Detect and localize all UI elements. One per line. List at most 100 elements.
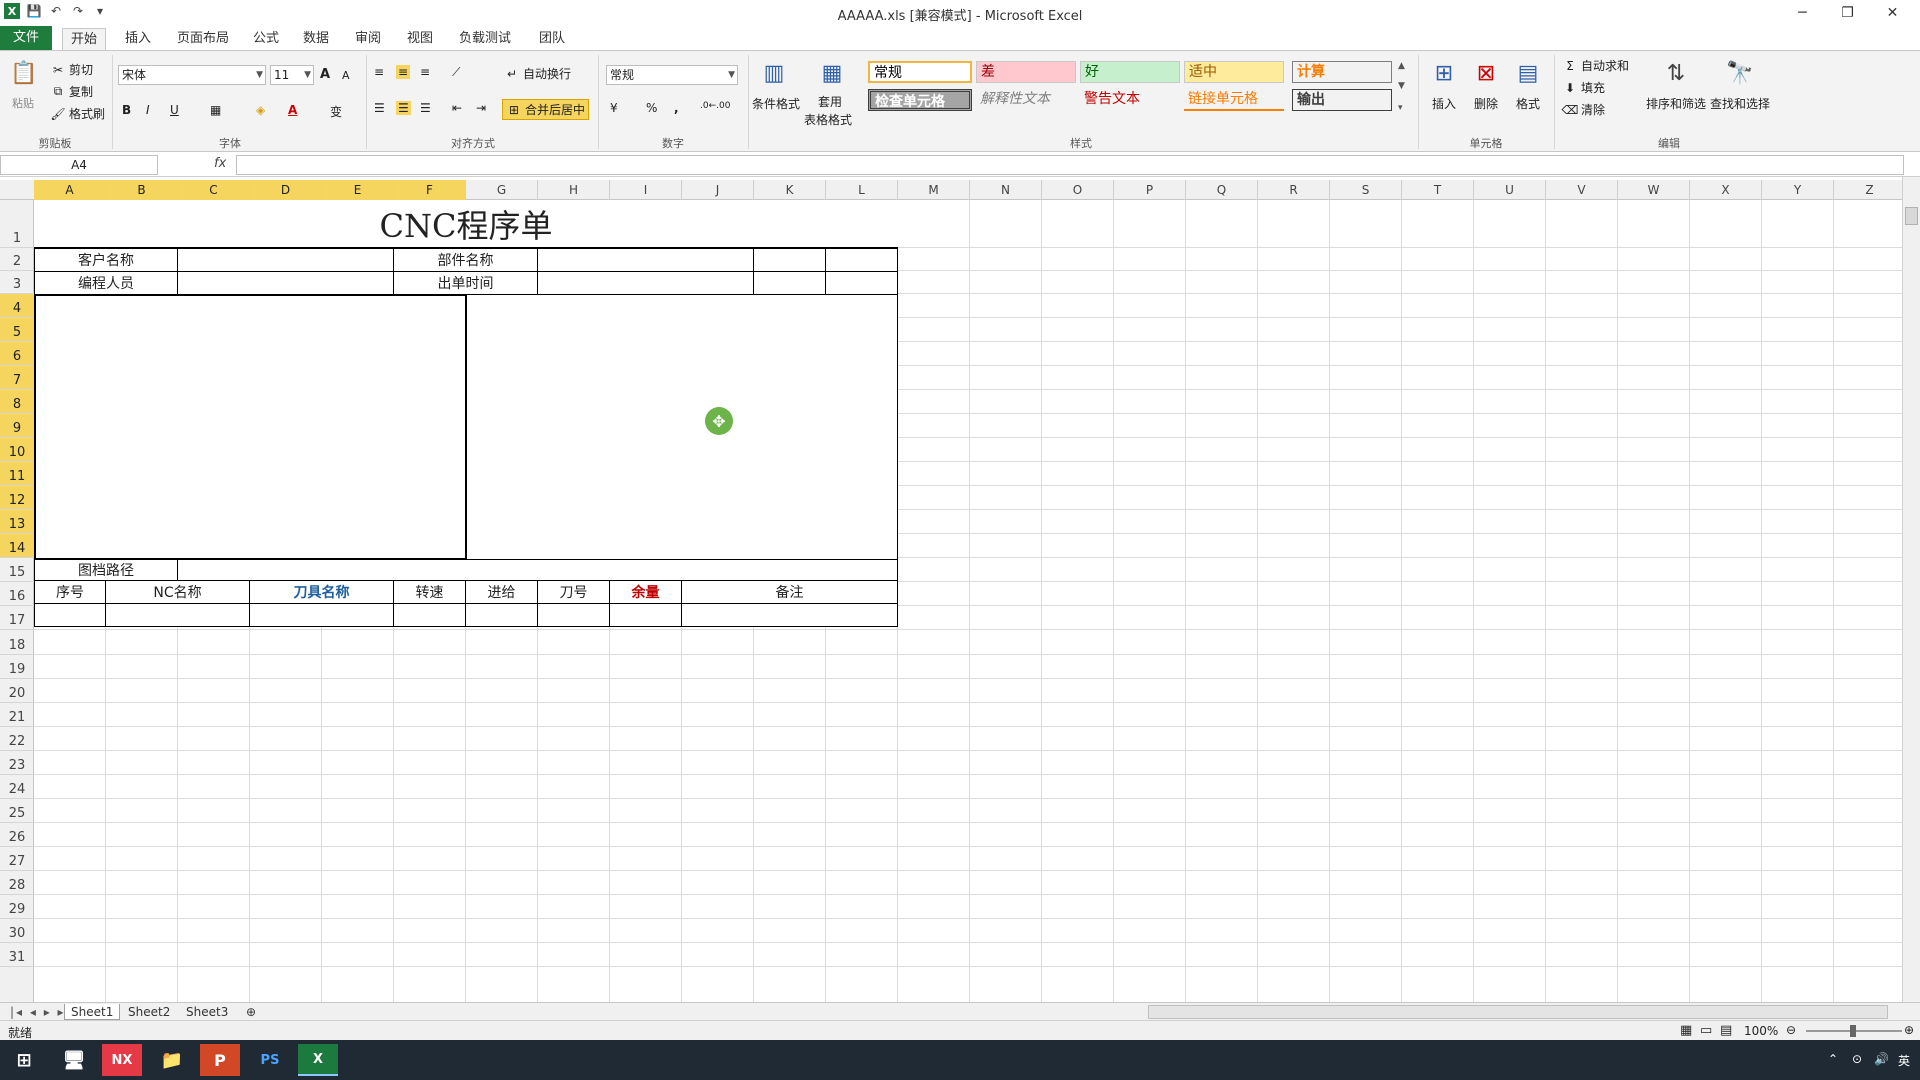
row-header-11[interactable]: 11 [0, 462, 34, 487]
increase-indent-icon[interactable]: ⇥ [476, 101, 486, 115]
close-button[interactable]: ✕ [1870, 0, 1915, 26]
column-header-n[interactable]: N [970, 180, 1042, 200]
wrap-text-button[interactable]: ↵ 自动换行 [504, 65, 571, 82]
tab-view[interactable]: 视图 [400, 28, 440, 50]
style-check-cell[interactable]: 检查单元格 [868, 89, 972, 111]
row-header-3[interactable]: 3 [0, 271, 34, 294]
align-middle-icon[interactable]: ≡ [396, 65, 411, 79]
extra-cell[interactable] [825, 271, 898, 295]
paste-icon[interactable]: 📋 [8, 57, 40, 89]
data-cell[interactable] [105, 603, 250, 627]
scroll-thumb[interactable] [1905, 207, 1918, 225]
nx-app-icon[interactable]: NX [102, 1044, 142, 1076]
column-header-h[interactable]: H [538, 180, 610, 200]
tab-formulas[interactable]: 公式 [246, 28, 286, 50]
row-header-6[interactable]: 6 [0, 342, 34, 367]
delete-cells-label[interactable]: 删除 [1474, 95, 1498, 112]
formula-input[interactable] [236, 155, 1904, 175]
tab-insert[interactable]: 插入 [116, 28, 160, 50]
row-header-10[interactable]: 10 [0, 438, 34, 463]
worksheet-grid[interactable]: ABCDEFGHIJKLMNOPQRSTUVWXYZ 1 2 3 4 5 6 7 8 9 10 11… [0, 180, 1902, 1002]
column-header-x[interactable]: X [1690, 180, 1762, 200]
find-select-label[interactable]: 查找和选择 [1710, 95, 1770, 112]
percent-button[interactable]: % [646, 101, 657, 115]
part-name-value[interactable] [537, 248, 754, 272]
file-explorer-icon[interactable]: 📁 [152, 1044, 192, 1076]
row-header-30[interactable]: 30 [0, 919, 34, 943]
align-bottom-icon[interactable]: ≡ [420, 65, 430, 79]
style-output[interactable]: 输出 [1292, 89, 1392, 111]
row-header-8[interactable]: 8 [0, 390, 34, 415]
row-header-9[interactable]: 9 [0, 414, 34, 439]
style-bad[interactable]: 差 [976, 61, 1076, 83]
align-left-icon[interactable]: ☰ [374, 101, 385, 115]
conditional-format-label[interactable]: 条件格式 [752, 95, 800, 112]
row-header-1[interactable]: 1 [0, 200, 34, 248]
sort-filter-icon[interactable]: ⇅ [1660, 57, 1692, 89]
column-header-g[interactable]: G [466, 180, 538, 200]
column-header-j[interactable]: J [682, 180, 754, 200]
row-header-21[interactable]: 21 [0, 703, 34, 727]
column-header-v[interactable]: V [1546, 180, 1618, 200]
sheet-tab-1[interactable]: Sheet1 [64, 1004, 121, 1020]
row-header-29[interactable]: 29 [0, 895, 34, 919]
style-neutral[interactable]: 适中 [1184, 61, 1284, 83]
extra-cell[interactable] [753, 271, 826, 295]
row-header-5[interactable]: 5 [0, 318, 34, 343]
excel-taskbar-icon[interactable]: X [298, 1044, 338, 1076]
column-header-t[interactable]: T [1402, 180, 1474, 200]
phonetic-button[interactable]: 变 [330, 103, 342, 120]
fill-color-icon[interactable]: ◈ [256, 103, 265, 117]
zoom-out-icon[interactable]: ⊖ [1786, 1023, 1796, 1037]
row-header-4[interactable]: 4 [0, 294, 34, 319]
column-header-m[interactable]: M [898, 180, 970, 200]
shrink-font-button[interactable]: A [342, 69, 350, 82]
tab-file[interactable]: 文件 [0, 26, 52, 50]
row-header-27[interactable]: 27 [0, 847, 34, 871]
sort-filter-label[interactable]: 排序和筛选 [1646, 95, 1706, 112]
font-size-combo[interactable]: 11 ▼ [270, 65, 314, 85]
align-top-icon[interactable]: ≡ [374, 65, 384, 79]
column-header-a[interactable]: A [34, 180, 106, 200]
table-format-label-2[interactable]: 表格格式 [804, 111, 852, 128]
autosum-button[interactable]: Σ 自动求和 [1562, 57, 1629, 74]
data-cell[interactable] [34, 603, 106, 627]
data-cell[interactable] [609, 603, 682, 627]
italic-button[interactable]: I [146, 103, 150, 117]
font-color-button[interactable]: A [288, 103, 297, 117]
tray-arrow-icon[interactable]: ⌃ [1828, 1052, 1838, 1066]
find-select-icon[interactable]: 🔭 [1724, 57, 1756, 89]
style-linked-cell[interactable]: 链接单元格 [1184, 89, 1284, 111]
name-box[interactable]: A4 [0, 155, 158, 175]
powerpoint-icon[interactable]: P [200, 1044, 240, 1076]
conditional-format-icon[interactable]: ▥ [758, 57, 790, 89]
data-cell[interactable] [465, 603, 538, 627]
styles-scroll-down-icon[interactable]: ▼ [1398, 81, 1405, 91]
styles-more-icon[interactable]: ▾ [1398, 103, 1403, 113]
column-header-c[interactable]: C [178, 180, 250, 200]
cut-button[interactable]: ✂ 剪切 [50, 61, 93, 78]
font-name-combo[interactable]: 宋体 ▼ [118, 65, 266, 85]
view-normal-icon[interactable]: ▦ [1680, 1023, 1692, 1038]
horizontal-scrollbar[interactable] [1148, 1005, 1888, 1019]
data-cell[interactable] [537, 603, 610, 627]
column-header-f[interactable]: F [394, 180, 466, 200]
row-header-14[interactable]: 14 [0, 534, 34, 559]
delete-cells-icon[interactable]: ⊠ [1470, 57, 1502, 89]
sheet-tab-3[interactable]: Sheet3 [180, 1004, 234, 1020]
format-painter-button[interactable]: 🖌 格式刷 [50, 105, 105, 122]
clear-button[interactable]: ⌫ 清除 [1562, 101, 1606, 118]
tab-review[interactable]: 审阅 [346, 28, 390, 50]
merge-center-button[interactable]: ⊞ 合并后居中 [502, 99, 590, 120]
column-header-w[interactable]: W [1618, 180, 1690, 200]
tab-data[interactable]: 数据 [296, 28, 336, 50]
column-header-o[interactable]: O [1042, 180, 1114, 200]
style-warning[interactable]: 警告文本 [1080, 89, 1180, 111]
windows-start-icon[interactable]: ⊞ [4, 1044, 44, 1076]
row-header-13[interactable]: 13 [0, 510, 34, 535]
border-icon[interactable]: ▦ [210, 103, 221, 117]
column-header-l[interactable]: L [826, 180, 898, 200]
volume-icon[interactable]: 🔊 [1874, 1052, 1889, 1066]
issue-time-value[interactable] [537, 271, 754, 295]
fill-button[interactable]: ⬇ 填充 [1562, 79, 1605, 96]
